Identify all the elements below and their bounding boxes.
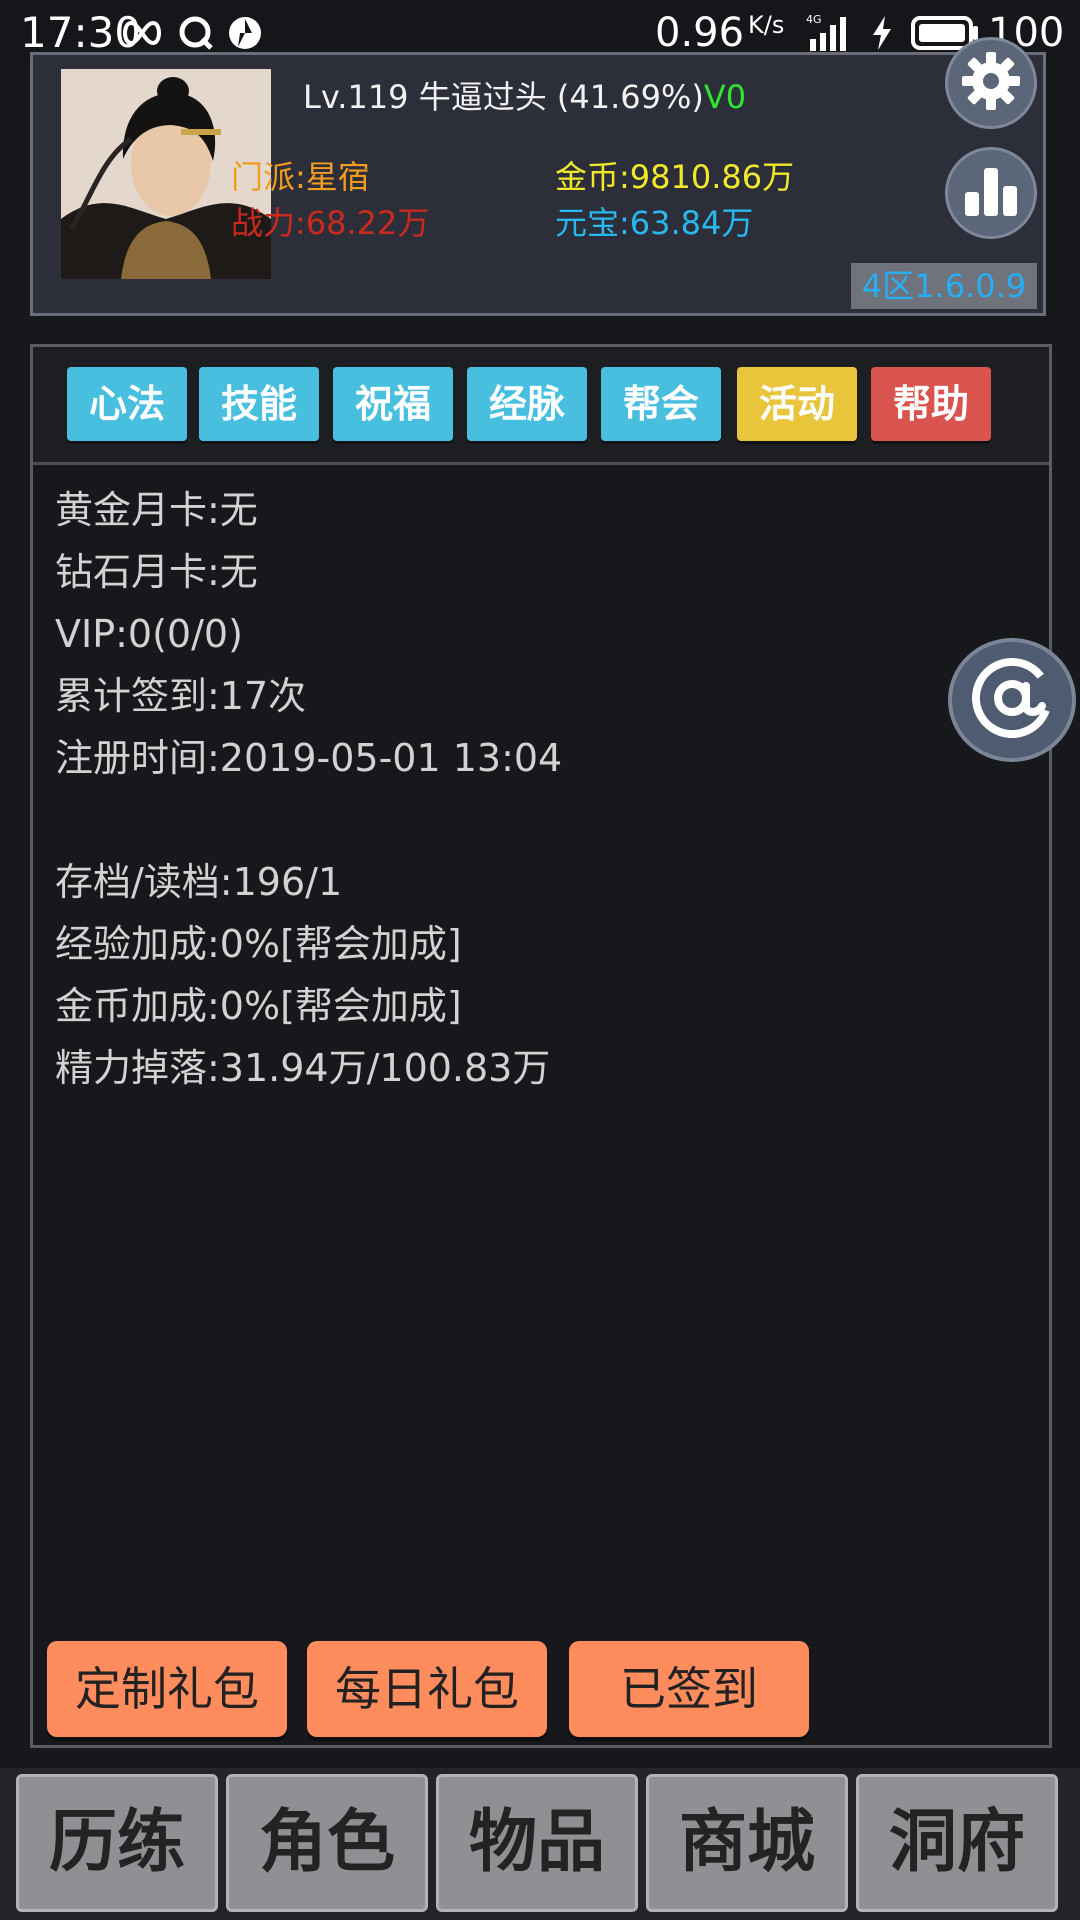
player-gold: 金币:9810.86万 <box>555 158 795 196</box>
bar-chart-icon <box>961 164 1021 222</box>
signal-4g-icon: 4G <box>806 8 856 58</box>
tab-guild[interactable]: 帮会 <box>601 367 721 441</box>
mention-float-button[interactable] <box>948 638 1076 762</box>
nav-character[interactable]: 角色 <box>226 1774 428 1912</box>
nav-training[interactable]: 历练 <box>16 1774 218 1912</box>
tab-label: 技能 <box>220 382 297 426</box>
diamond-monthly-card: 钻石月卡:无 <box>55 550 258 594</box>
registration-time: 注册时间:2019-05-01 13:04 <box>55 736 563 780</box>
account-info-list: 黄金月卡:无 钻石月卡:无 VIP:0(0/0) 累计签到:17次 注册时间:2… <box>55 479 562 1099</box>
energy-drop: 精力掉落:31.94万/100.83万 <box>55 1046 551 1090</box>
player-name: 牛逼过头 <box>418 78 547 116</box>
charging-icon <box>870 8 894 58</box>
at-icon <box>966 652 1058 748</box>
player-ingot: 元宝:63.84万 <box>555 204 754 242</box>
tab-label: 帮助 <box>892 382 969 426</box>
tab-events[interactable]: 活动 <box>737 367 857 441</box>
network-type: 4G <box>806 13 822 26</box>
tab-label: 帮会 <box>622 382 699 426</box>
tab-mental-method[interactable]: 心法 <box>67 367 187 441</box>
player-level: Lv.119 <box>303 78 409 116</box>
ranking-button[interactable] <box>945 147 1037 239</box>
player-power: 战力:68.22万 <box>231 204 430 242</box>
checked-in-button[interactable]: 已签到 <box>569 1641 809 1737</box>
tab-blessing[interactable]: 祝福 <box>333 367 453 441</box>
player-sect: 门派:星宿 <box>231 158 370 196</box>
tab-skills[interactable]: 技能 <box>199 367 319 441</box>
server-version-badge: 4区1.6.0.9 <box>851 263 1037 309</box>
sync-app-icon <box>226 8 264 58</box>
custom-gift-button[interactable]: 定制礼包 <box>47 1641 287 1737</box>
tab-label: 活动 <box>758 382 835 426</box>
total-check-ins: 累计签到:17次 <box>55 674 307 718</box>
nav-shop[interactable]: 商城 <box>646 1774 848 1912</box>
bottom-nav: 历练 角色 物品 商城 洞府 <box>0 1768 1080 1920</box>
net-speed: 0.96 <box>655 10 745 56</box>
net-speed-unit: K/s <box>748 11 785 39</box>
main-panel: 心法 技能 祝福 经脉 帮会 活动 帮助 黄金月卡:无 钻石月卡:无 VIP:0… <box>30 344 1052 1748</box>
tab-label: 经脉 <box>488 382 565 426</box>
tab-bar: 心法 技能 祝福 经脉 帮会 活动 帮助 <box>33 347 1049 465</box>
profile-panel: Lv.119 牛逼过头 (41.69%)V0 门派:星宿 战力:68.22万 金… <box>30 37 1046 316</box>
vip-status: VIP:0(0/0) <box>55 612 243 656</box>
nav-cave[interactable]: 洞府 <box>856 1774 1058 1912</box>
exp-bonus: 经验加成:0%[帮会加成] <box>55 922 462 966</box>
gear-icon <box>960 50 1022 116</box>
tab-label: 心法 <box>88 382 165 426</box>
save-load-count: 存档/读档:196/1 <box>55 860 343 904</box>
player-info-line: Lv.119 牛逼过头 (41.69%)V0 <box>303 75 746 119</box>
q-app-icon <box>178 8 214 58</box>
nav-items[interactable]: 物品 <box>436 1774 638 1912</box>
daily-gift-button[interactable]: 每日礼包 <box>307 1641 547 1737</box>
infinity-icon <box>120 8 164 58</box>
player-exp: (41.69%) <box>556 78 704 116</box>
tab-meridians[interactable]: 经脉 <box>467 367 587 441</box>
settings-button[interactable] <box>945 37 1037 129</box>
gold-monthly-card: 黄金月卡:无 <box>55 488 258 532</box>
tab-help[interactable]: 帮助 <box>871 367 991 441</box>
gold-bonus: 金币加成:0%[帮会加成] <box>55 984 462 1028</box>
player-vip: V0 <box>703 78 747 116</box>
tab-label: 祝福 <box>354 382 431 426</box>
